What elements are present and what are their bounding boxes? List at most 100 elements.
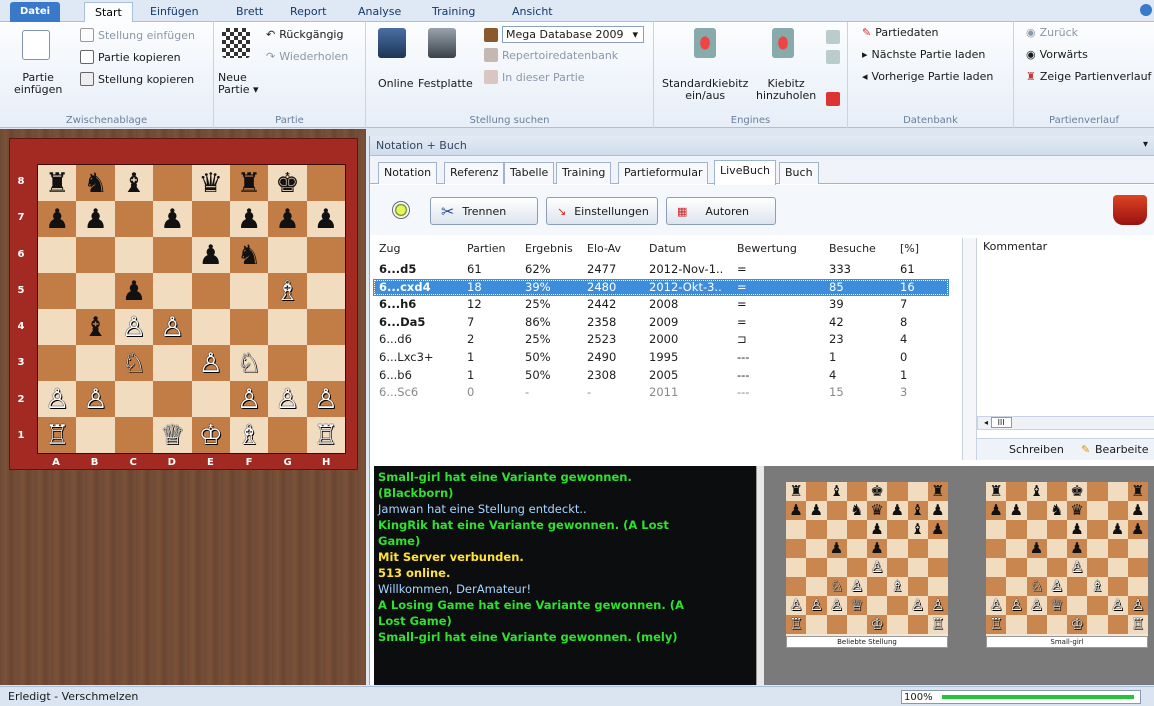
chess-piece[interactable]: ♗ — [275, 278, 299, 305]
board-square[interactable] — [153, 237, 192, 273]
board-square[interactable] — [306, 237, 345, 273]
board-square[interactable]: ♗ — [268, 273, 307, 309]
board-square[interactable] — [191, 309, 230, 345]
chess-piece[interactable]: ♟ — [160, 206, 184, 233]
chess-piece[interactable]: ♙ — [275, 386, 299, 413]
add-kibitz-button[interactable]: Kiebitz hinzuholen — [756, 78, 816, 102]
chess-piece[interactable]: ♕ — [160, 422, 184, 449]
board-square[interactable] — [153, 381, 192, 417]
redo-button[interactable]: ↷ Wiederholen — [266, 50, 348, 63]
board-square[interactable]: ♟ — [191, 237, 230, 273]
chess-piece[interactable]: ♙ — [237, 386, 261, 413]
panel-menu-icon[interactable]: ▾ — [1143, 139, 1148, 150]
chess-piece[interactable]: ♜ — [237, 170, 261, 197]
tab-tabelle[interactable]: Tabelle — [504, 162, 555, 184]
engine-small-icon[interactable] — [826, 30, 840, 44]
chess-piece[interactable]: ♜ — [45, 170, 69, 197]
tab-datei[interactable]: Datei — [10, 2, 61, 22]
chess-piece[interactable]: ♙ — [199, 350, 223, 377]
copy-game-button[interactable]: Partie kopieren — [80, 50, 181, 64]
board-square[interactable]: ♟ — [114, 273, 154, 309]
chess-piece[interactable]: ♚ — [275, 170, 299, 197]
board-square[interactable]: ♗ — [229, 417, 269, 453]
tab-notation[interactable]: Notation — [378, 162, 438, 184]
tab-buch[interactable]: Buch — [779, 162, 819, 184]
board-square[interactable] — [191, 273, 230, 309]
board-square[interactable]: ♙ — [306, 381, 345, 417]
board-square[interactable]: ♟ — [76, 201, 115, 237]
prev-game-button[interactable]: ◂ Vorherige Partie laden — [862, 70, 993, 83]
chess-piece[interactable]: ♟ — [83, 206, 107, 233]
column-header[interactable]: Ergebnis — [525, 239, 573, 259]
position-thumbnail[interactable]: ♜ ♝ ♚ ♜ ♟ ♟ ♞ ♛ ♟ ♟ ♟ ♟ ♟ ♟ ♙ ♘ ♙ ♗ ♙ ♙ ♙ ♕ ♙ ♙ ♖ ♔ ♖ Small-girl — [986, 482, 1148, 648]
help-icon[interactable] — [1140, 4, 1152, 16]
board-square[interactable] — [76, 417, 115, 453]
chess-piece[interactable]: ♖ — [45, 422, 69, 449]
board-square[interactable] — [306, 309, 345, 345]
chess-piece[interactable]: ♙ — [83, 386, 107, 413]
chess-piece[interactable]: ♝ — [122, 170, 146, 197]
board-square[interactable]: ♟ — [38, 201, 77, 237]
position-thumbnail[interactable]: ♜ ♝ ♚ ♜ ♟ ♟ ♞ ♛ ♟ ♝ ♟ ♟ ♝ ♟ ♟ ♟ ♙ ♘ ♙ ♗ ♙ ♙ ♙ ♕ ♙ ♙ ♖ ♔ ♖ Beliebte St… — [786, 482, 948, 648]
column-header[interactable]: Datum — [649, 239, 686, 259]
board-square[interactable] — [306, 345, 345, 381]
table-row[interactable]: 6...b6 1 50% 2308 2005 --- 4 1 — [373, 367, 949, 385]
board-square[interactable] — [76, 273, 115, 309]
board-square[interactable] — [38, 273, 77, 309]
tab-livebuch[interactable]: LiveBuch — [714, 160, 776, 185]
board-square[interactable]: ♙ — [229, 381, 269, 417]
comment-hscrollbar[interactable]: ◂ III — [977, 416, 1154, 430]
board-square[interactable]: ♖ — [306, 417, 345, 453]
copy-position-button[interactable]: Stellung kopieren — [80, 72, 194, 86]
board-square[interactable] — [76, 237, 115, 273]
board-square[interactable] — [114, 381, 154, 417]
authors-button[interactable]: ▦ Autoren — [666, 197, 776, 225]
repertoire-db-button[interactable]: Repertoiredatenbank — [484, 48, 618, 62]
board-square[interactable] — [114, 417, 154, 453]
board-square[interactable]: ♝ — [76, 309, 115, 345]
chat-scrollbar[interactable] — [756, 466, 764, 685]
board-square[interactable]: ♞ — [76, 165, 115, 201]
board-square[interactable] — [191, 381, 230, 417]
chess-piece[interactable]: ♟ — [199, 242, 223, 269]
tab-einfuegen[interactable]: Einfügen — [140, 2, 209, 22]
chess-piece[interactable]: ♝ — [83, 314, 107, 341]
board-square[interactable] — [153, 273, 192, 309]
table-row[interactable]: 6...Lxc3+ 1 50% 2490 1995 --- 1 0 — [373, 349, 949, 367]
board-square[interactable] — [306, 273, 345, 309]
settings-button[interactable]: ↘ Einstellungen — [546, 197, 658, 225]
board-square[interactable]: ♕ — [153, 417, 192, 453]
standard-kibitz-button[interactable]: Standardkiebitz ein/aus — [662, 78, 748, 102]
board-square[interactable] — [153, 345, 192, 381]
board-square[interactable] — [38, 309, 77, 345]
table-row[interactable]: 6...Da5 7 86% 2358 2009 = 42 8 — [373, 314, 949, 332]
undo-button[interactable]: ↶ Rückgängig — [266, 28, 343, 41]
board-square[interactable]: ♘ — [229, 345, 269, 381]
game-data-button[interactable]: ✎ Partiedaten — [862, 26, 939, 39]
chess-piece[interactable]: ♞ — [83, 170, 107, 197]
board-square[interactable]: ♙ — [114, 309, 154, 345]
table-row[interactable]: 6...h6 12 25% 2442 2008 = 39 7 — [373, 296, 949, 314]
database-select[interactable]: Mega Database 2009 ▾ — [484, 26, 645, 43]
board-square[interactable] — [268, 345, 307, 381]
board-square[interactable]: ♙ — [38, 381, 77, 417]
new-game-button[interactable]: Neue Partie ▾ — [218, 72, 259, 96]
chess-piece[interactable]: ♖ — [314, 422, 338, 449]
tab-brett[interactable]: Brett — [226, 2, 273, 22]
engine-small-icon-2[interactable] — [826, 50, 840, 64]
board-square[interactable] — [268, 417, 307, 453]
chess-board[interactable]: ♜ ♞ ♝ ♛ ♜ ♚ ♟ ♟ ♟ ♟ ♟ ♟ ♟ ♞ ♟ ♗ ♝ ♙ ♙ ♘ ♙ ♘ ♙ ♙ ♙ ♙ ♙ ♖ ♕ ♔ ♗ ♖ — [37, 164, 346, 454]
tab-start[interactable]: Start — [84, 2, 133, 22]
board-square[interactable]: ♖ — [38, 417, 77, 453]
chess-piece[interactable]: ♔ — [199, 422, 223, 449]
uci-icon[interactable] — [826, 92, 840, 106]
board-square[interactable]: ♞ — [229, 237, 269, 273]
column-header[interactable]: Besuche — [829, 239, 876, 259]
table-row[interactable]: 6...d5 61 62% 2477 2012-Nov-1.. = 333 61 — [373, 261, 949, 279]
show-history-button[interactable]: ♜ Zeige Partienverlauf — [1026, 70, 1151, 83]
edit-button[interactable]: Bearbeite — [1095, 443, 1148, 456]
forward-button[interactable]: ◉ Vorwärts — [1026, 48, 1088, 61]
paste-position-button[interactable]: Stellung einfügen — [80, 28, 195, 42]
board-square[interactable]: ♙ — [76, 381, 115, 417]
write-button[interactable]: Schreiben — [1009, 443, 1064, 456]
